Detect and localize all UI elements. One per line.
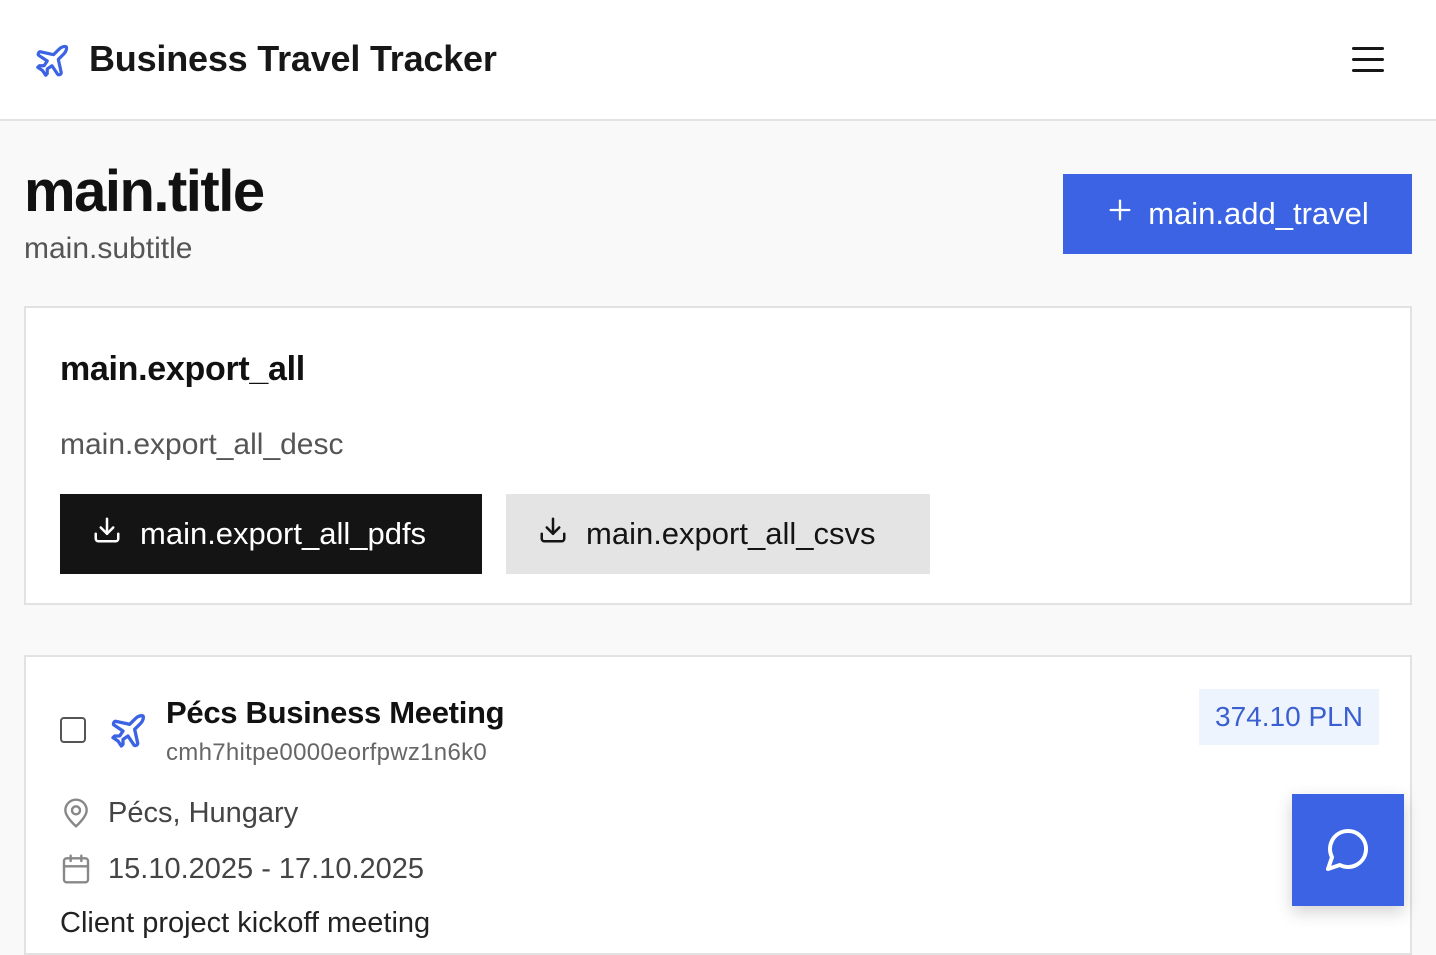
travel-select-checkbox[interactable] (60, 717, 86, 743)
top-bar: Business Travel Tracker (0, 0, 1436, 121)
calendar-icon (60, 853, 92, 885)
download-icon (92, 515, 122, 553)
export-description: main.export_all_desc (60, 428, 344, 461)
hamburger-menu-icon[interactable] (1348, 42, 1388, 78)
chat-bubble-icon (1324, 825, 1372, 876)
export-title: main.export_all (60, 350, 305, 388)
export-csvs-label: main.export_all_csvs (586, 516, 876, 551)
amount-badge: 374.10 PLN (1199, 689, 1379, 745)
plane-icon (33, 42, 71, 80)
map-pin-icon (60, 797, 92, 829)
export-all-card: main.export_all main.export_all_desc mai… (24, 306, 1412, 605)
page-subtitle: main.subtitle (24, 232, 193, 265)
add-travel-button[interactable]: main.add_travel (1063, 174, 1412, 254)
travel-location: Pécs, Hungary (108, 797, 299, 829)
export-pdfs-button[interactable]: main.export_all_pdfs (60, 494, 482, 574)
add-travel-label: main.add_travel (1148, 196, 1369, 231)
travel-dates: 15.10.2025 - 17.10.2025 (108, 853, 425, 885)
export-csvs-button[interactable]: main.export_all_csvs (506, 494, 930, 574)
page-title: main.title (24, 159, 265, 224)
chat-button[interactable] (1292, 794, 1404, 906)
plane-icon (108, 711, 148, 751)
download-icon (538, 515, 568, 553)
travel-id: cmh7hitpe0000eorfpwz1n6k0 (166, 739, 488, 766)
travel-description: Client project kickoff meeting (60, 907, 431, 939)
travel-name[interactable]: Pécs Business Meeting (166, 695, 505, 731)
app-title: Business Travel Tracker (89, 38, 497, 79)
plus-icon (1106, 196, 1134, 232)
travel-card[interactable]: Pécs Business Meeting cmh7hitpe0000eorfp… (24, 655, 1412, 955)
export-pdfs-label: main.export_all_pdfs (140, 516, 427, 551)
